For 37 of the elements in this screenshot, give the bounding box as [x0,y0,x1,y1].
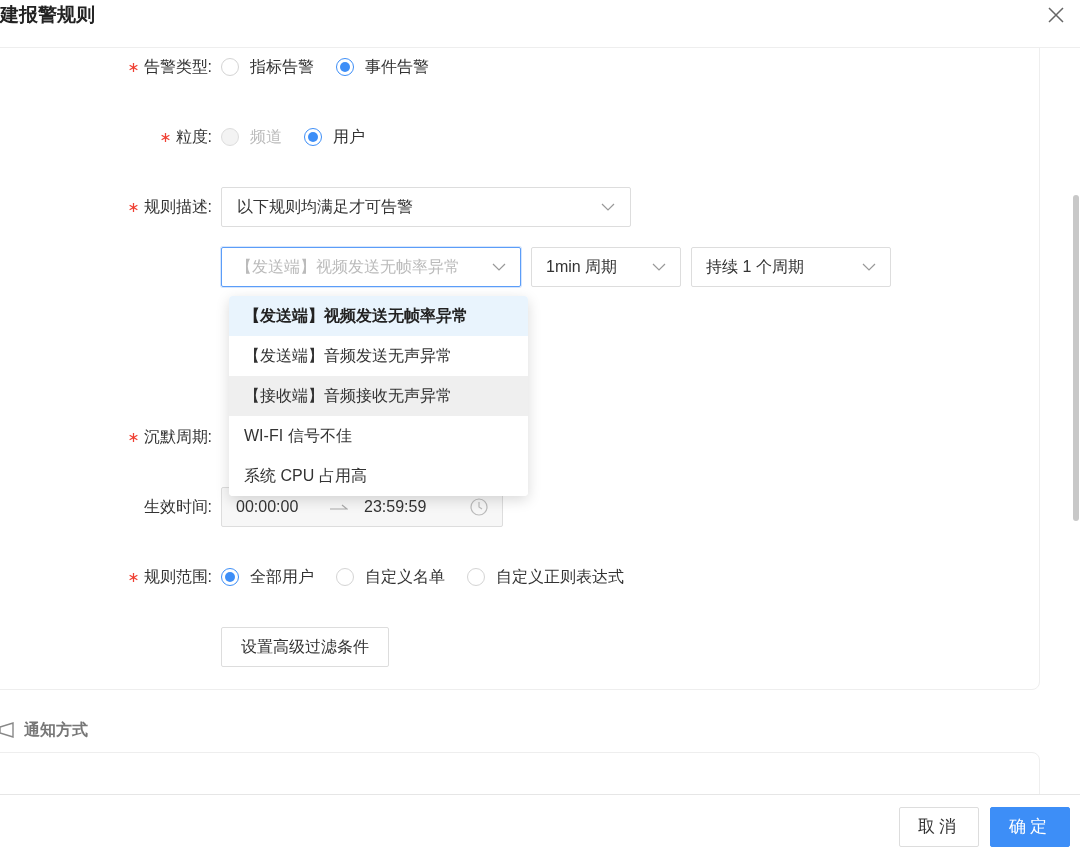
option-label: 事件告警 [365,57,429,77]
dropdown-option[interactable]: 系统 CPU 占用高 [229,456,528,496]
field-label: 沉默周期: [143,427,212,447]
cancel-button[interactable]: 取消 [899,807,979,847]
chevron-down-icon [601,203,615,211]
filter-button[interactable]: 设置高级过滤条件 [221,627,389,667]
select-field[interactable]: 1min 周期 [531,247,681,287]
close-icon[interactable] [1048,6,1064,23]
megaphone-icon [0,722,14,738]
field-label: 粒度: [175,127,212,147]
chevron-down-icon [492,263,506,271]
chevron-down-icon [652,263,666,271]
option-label: 用户 [333,127,365,147]
chevron-down-icon [862,263,876,271]
dropdown-option[interactable]: 【发送端】视频发送无帧率异常 [229,296,528,336]
dropdown-option[interactable]: 【发送端】音频发送无声异常 [229,336,528,376]
section-title: 通知方式 [24,720,88,740]
dropdown-option[interactable]: 【接收端】音频接收无声异常 [229,376,528,416]
radio-button[interactable] [304,128,322,146]
start-time: 00:00:00 [236,497,300,517]
field-label: 规则描述: [143,197,212,217]
dropdown-option[interactable]: WI-FI 信号不佳 [229,416,528,456]
option-label: 自定义名单 [365,567,445,587]
radio-button[interactable] [221,568,239,586]
option-label: 指标告警 [250,57,314,77]
field-label: 告警类型: [143,57,212,77]
end-time: 23:59:59 [364,497,428,517]
field-label: 规则范围: [143,567,212,587]
select-field[interactable]: 以下规则均满足才可告警 [221,187,631,227]
field-label: 生效时间: [143,497,212,517]
select-field[interactable]: 持续 1 个周期 [691,247,891,287]
clock-icon [470,498,488,516]
radio-button[interactable] [336,58,354,76]
option-label: 全部用户 [250,567,314,587]
scrollbar-thumb[interactable] [1073,195,1079,521]
option-label: 频道 [250,127,282,147]
option-label: 自定义正则表达式 [496,567,624,587]
